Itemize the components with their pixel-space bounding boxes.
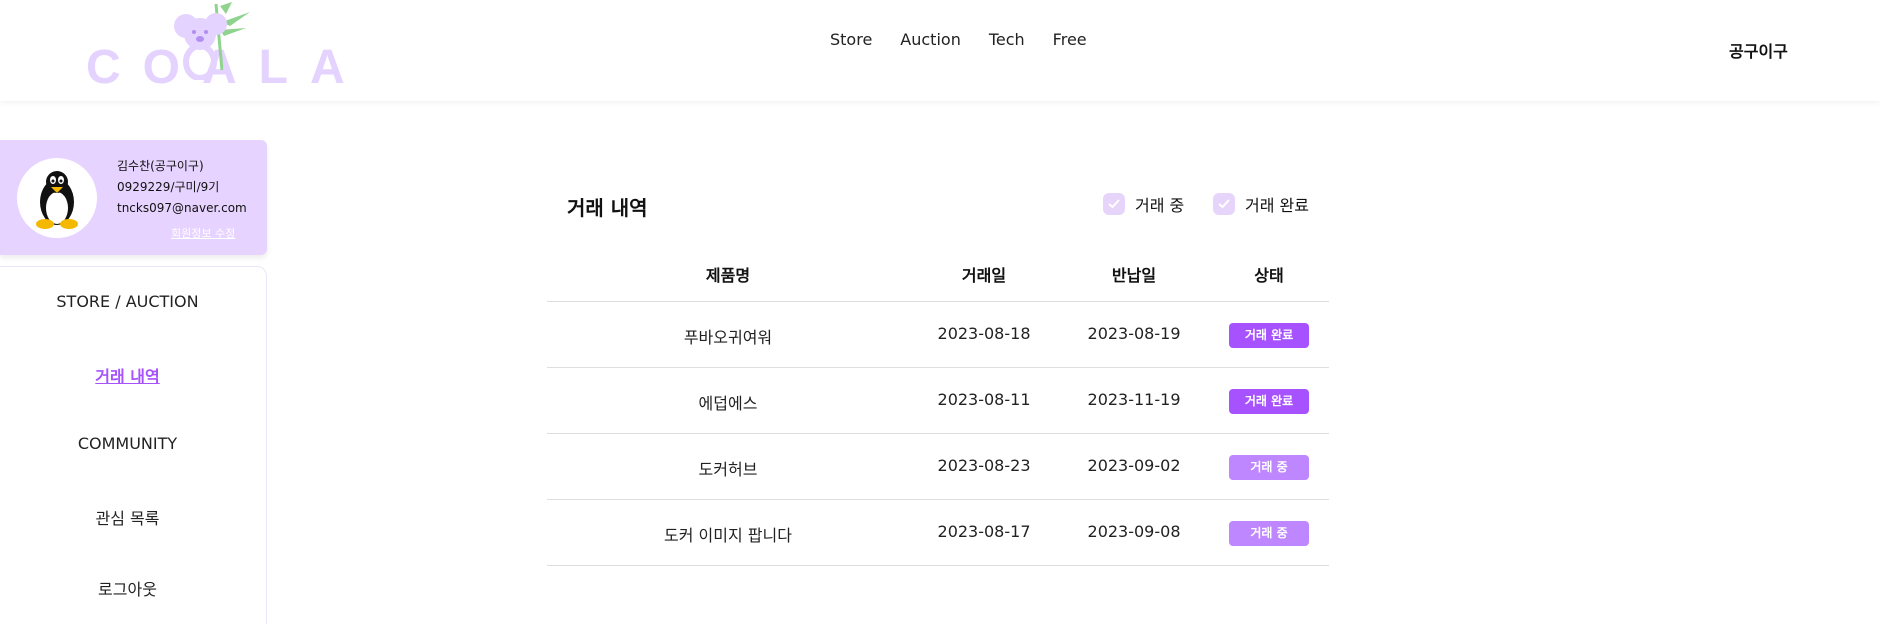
column-header-status: 상태 bbox=[1254, 266, 1284, 285]
check-icon bbox=[1108, 199, 1120, 209]
nav-tech[interactable]: Tech bbox=[989, 30, 1025, 49]
main-nav: Store Auction Tech Free bbox=[830, 30, 1115, 49]
table-body: 푸바오귀여워 2023-08-18 2023-08-19 거래 완료 에덥에스 2023-… bbox=[547, 302, 1329, 566]
table-row[interactable]: 도커허브 2023-08-23 2023-09-02 거래 중 bbox=[547, 434, 1329, 500]
check-icon bbox=[1218, 199, 1230, 209]
status-badge: 거래 중 bbox=[1229, 455, 1309, 480]
sidebar-item-community[interactable]: COMMUNITY bbox=[0, 434, 255, 453]
koala-bamboo-icon bbox=[174, 2, 250, 80]
checkbox-ongoing[interactable] bbox=[1103, 193, 1125, 215]
filter-completed-label: 거래 완료 bbox=[1245, 196, 1309, 215]
column-header-return-date: 반납일 bbox=[1111, 266, 1157, 285]
status-badge: 거래 완료 bbox=[1229, 389, 1309, 414]
checkbox-completed[interactable] bbox=[1213, 193, 1235, 215]
sidebar-menu: STORE / AUCTION 거래 내역 COMMUNITY 관심 목록 로그… bbox=[0, 266, 267, 624]
top-header: COALA Store Auction Tech Free 공구이구 bbox=[0, 0, 1880, 101]
column-header-trade-date: 거래일 bbox=[961, 266, 1007, 285]
profile-detail: 0929229/구미/9기 bbox=[117, 180, 220, 194]
column-header-product: 제품명 bbox=[705, 266, 751, 285]
table-header: 제품명 거래일 반납일 상태 bbox=[547, 258, 1329, 302]
table-row[interactable]: 에덥에스 2023-08-11 2023-11-19 거래 완료 bbox=[547, 368, 1329, 434]
profile-name: 김수찬(공구이구) bbox=[117, 159, 204, 173]
table-row[interactable]: 푸바오귀여워 2023-08-18 2023-08-19 거래 완료 bbox=[547, 302, 1329, 368]
page-title: 거래 내역 bbox=[567, 196, 648, 220]
sidebar-item-trade-history[interactable]: 거래 내역 bbox=[0, 363, 255, 387]
coala-logo[interactable]: COALA bbox=[86, 0, 345, 94]
edit-profile-link[interactable]: 회원정보 수정 bbox=[171, 225, 235, 241]
cell-product: 에덥에스 bbox=[698, 394, 758, 413]
sidebar-item-store-auction[interactable]: STORE / AUCTION bbox=[0, 292, 255, 311]
cell-product: 도커허브 bbox=[698, 460, 758, 479]
filter-ongoing[interactable]: 거래 중 bbox=[1103, 192, 1184, 216]
nav-store[interactable]: Store bbox=[830, 30, 872, 49]
cell-return-date: 2023-09-08 bbox=[1087, 522, 1181, 541]
sidebar-item-logout[interactable]: 로그아웃 bbox=[0, 576, 255, 600]
cell-trade-date: 2023-08-18 bbox=[937, 324, 1031, 343]
status-badge: 거래 완료 bbox=[1229, 323, 1309, 348]
avatar bbox=[17, 158, 97, 238]
profile-email: tncks097@naver.com bbox=[117, 201, 247, 215]
filter-ongoing-label: 거래 중 bbox=[1135, 196, 1185, 215]
sidebar-item-wishlist[interactable]: 관심 목록 bbox=[0, 505, 255, 529]
cell-return-date: 2023-09-02 bbox=[1087, 456, 1181, 475]
cell-product: 도커 이미지 팝니다 bbox=[664, 526, 792, 545]
nav-free[interactable]: Free bbox=[1053, 30, 1087, 49]
status-badge: 거래 중 bbox=[1229, 521, 1309, 546]
trade-history-table: 제품명 거래일 반납일 상태 푸바오귀여워 2023-08-18 2023-08-1… bbox=[547, 258, 1329, 566]
penguin-avatar-icon bbox=[36, 171, 78, 229]
profile-info: 김수찬(공구이구) 0929229/구미/9기 tncks097@naver.c… bbox=[117, 156, 247, 219]
profile-card: 김수찬(공구이구) 0929229/구미/9기 tncks097@naver.c… bbox=[0, 140, 267, 255]
cell-product: 푸바오귀여워 bbox=[683, 328, 773, 347]
nav-auction[interactable]: Auction bbox=[900, 30, 961, 49]
table-row[interactable]: 도커 이미지 팝니다 2023-08-17 2023-09-08 거래 중 bbox=[547, 500, 1329, 566]
filter-completed[interactable]: 거래 완료 bbox=[1213, 192, 1309, 216]
cell-trade-date: 2023-08-17 bbox=[937, 522, 1031, 541]
cell-trade-date: 2023-08-23 bbox=[937, 456, 1031, 475]
header-user-name[interactable]: 공구이구 bbox=[1729, 38, 1788, 62]
cell-return-date: 2023-08-19 bbox=[1087, 324, 1181, 343]
cell-return-date: 2023-11-19 bbox=[1087, 390, 1181, 409]
cell-trade-date: 2023-08-11 bbox=[937, 390, 1031, 409]
